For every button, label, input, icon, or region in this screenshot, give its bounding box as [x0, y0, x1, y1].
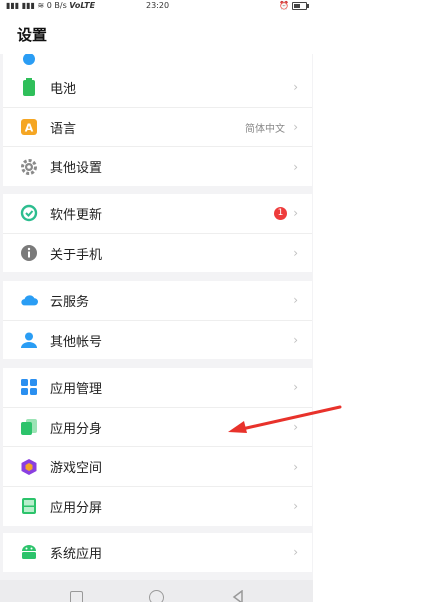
android-icon [20, 543, 38, 561]
chevron-right-icon: › [293, 380, 298, 395]
svg-text:A: A [25, 122, 34, 135]
game-space-icon [20, 458, 38, 476]
app-clone-icon [20, 418, 38, 436]
annotation-arrow-icon [228, 405, 342, 433]
gear-icon [20, 158, 38, 176]
phone-screen: ▮▮▮ ▮▮▮ ≋ 0 B/s VoLTE 23:20 ⏰ 设置 电池 › A … [0, 0, 313, 602]
settings-group-4: 应用管理 › 应用分身 › 游戏空间 › 应用分屏 › [3, 368, 312, 526]
settings-item-other-settings[interactable]: 其他设置 › [3, 147, 312, 186]
chevron-right-icon: › [293, 120, 298, 135]
account-icon [20, 331, 38, 349]
chevron-right-icon: › [293, 293, 298, 308]
wifi-icon: ≋ [37, 1, 45, 10]
page-title: 设置 [17, 26, 48, 44]
chevron-right-icon: › [293, 333, 298, 348]
title-bar: 设置 [0, 14, 313, 54]
settings-item-system-apps[interactable]: 系统应用 › [3, 533, 312, 572]
settings-group-3: 云服务 › 其他帐号 › [3, 281, 312, 360]
settings-item-label: 应用分身 [50, 421, 103, 437]
network-speed: 0 B/s [46, 1, 67, 10]
settings-item-label: 游戏空间 [50, 461, 103, 477]
settings-item-other-accounts[interactable]: 其他帐号 › [3, 321, 312, 360]
back-button[interactable] [232, 589, 244, 602]
settings-item-label: 云服务 [50, 294, 90, 310]
current-language-value: 简体中文 [245, 123, 285, 135]
settings-item-label: 其他帐号 [50, 334, 103, 350]
settings-item-label: 应用管理 [50, 381, 103, 397]
network-type: VoLTE [69, 1, 96, 10]
update-count-badge: 1 [274, 206, 287, 220]
alarm-icon: ⏰ [279, 1, 289, 10]
settings-item-about-phone[interactable]: 关于手机 › [3, 234, 312, 273]
status-right: ⏰ [279, 1, 309, 10]
settings-item-label: 系统应用 [50, 546, 103, 562]
update-icon [20, 204, 38, 222]
settings-item-label: 其他设置 [50, 161, 103, 177]
settings-item-battery[interactable]: 电池 › [3, 68, 312, 108]
navigation-bar [0, 580, 313, 602]
display-icon [20, 54, 38, 68]
settings-item-label: 语言 [50, 121, 77, 137]
list-item-partial[interactable] [3, 54, 312, 68]
status-time: 23:20 [146, 1, 170, 10]
chevron-right-icon: › [293, 545, 298, 560]
chevron-right-icon: › [293, 499, 298, 514]
chevron-right-icon: › [293, 459, 298, 474]
settings-group-0-partial [3, 54, 312, 68]
info-icon [20, 244, 38, 262]
cloud-icon [20, 291, 38, 309]
settings-item-software-update[interactable]: 软件更新 1 › [3, 194, 312, 234]
language-icon: A [20, 118, 38, 136]
apps-grid-icon [20, 378, 38, 396]
settings-item-language[interactable]: A 语言 简体中文 › [3, 108, 312, 148]
battery-status-icon [292, 1, 309, 10]
home-button[interactable] [149, 590, 164, 602]
signal-icon: ▮▮▮ ▮▮▮ [6, 1, 35, 10]
chevron-right-icon: › [293, 206, 298, 221]
settings-group-2: 软件更新 1 › 关于手机 › [3, 194, 312, 273]
chevron-right-icon: › [293, 159, 298, 174]
status-left: ▮▮▮ ▮▮▮ ≋ 0 B/s VoLTE [6, 1, 95, 10]
settings-group-1: 电池 › A 语言 简体中文 › 其他设置 › [3, 68, 312, 187]
settings-item-label: 应用分屏 [50, 500, 103, 516]
split-screen-icon [20, 497, 38, 515]
settings-item-game-space[interactable]: 游戏空间 › [3, 447, 312, 488]
settings-item-split-screen[interactable]: 应用分屏 › [3, 487, 312, 526]
recent-apps-button[interactable] [70, 591, 83, 602]
settings-item-label: 电池 [50, 81, 77, 97]
settings-group-5: 系统应用 › [3, 533, 312, 572]
chevron-right-icon: › [293, 80, 298, 95]
chevron-right-icon: › [293, 246, 298, 261]
battery-icon [20, 78, 38, 97]
settings-item-cloud-service[interactable]: 云服务 › [3, 281, 312, 321]
status-bar: ▮▮▮ ▮▮▮ ≋ 0 B/s VoLTE 23:20 ⏰ [0, 0, 313, 14]
settings-item-label: 软件更新 [50, 207, 103, 223]
settings-item-label: 关于手机 [50, 247, 103, 263]
